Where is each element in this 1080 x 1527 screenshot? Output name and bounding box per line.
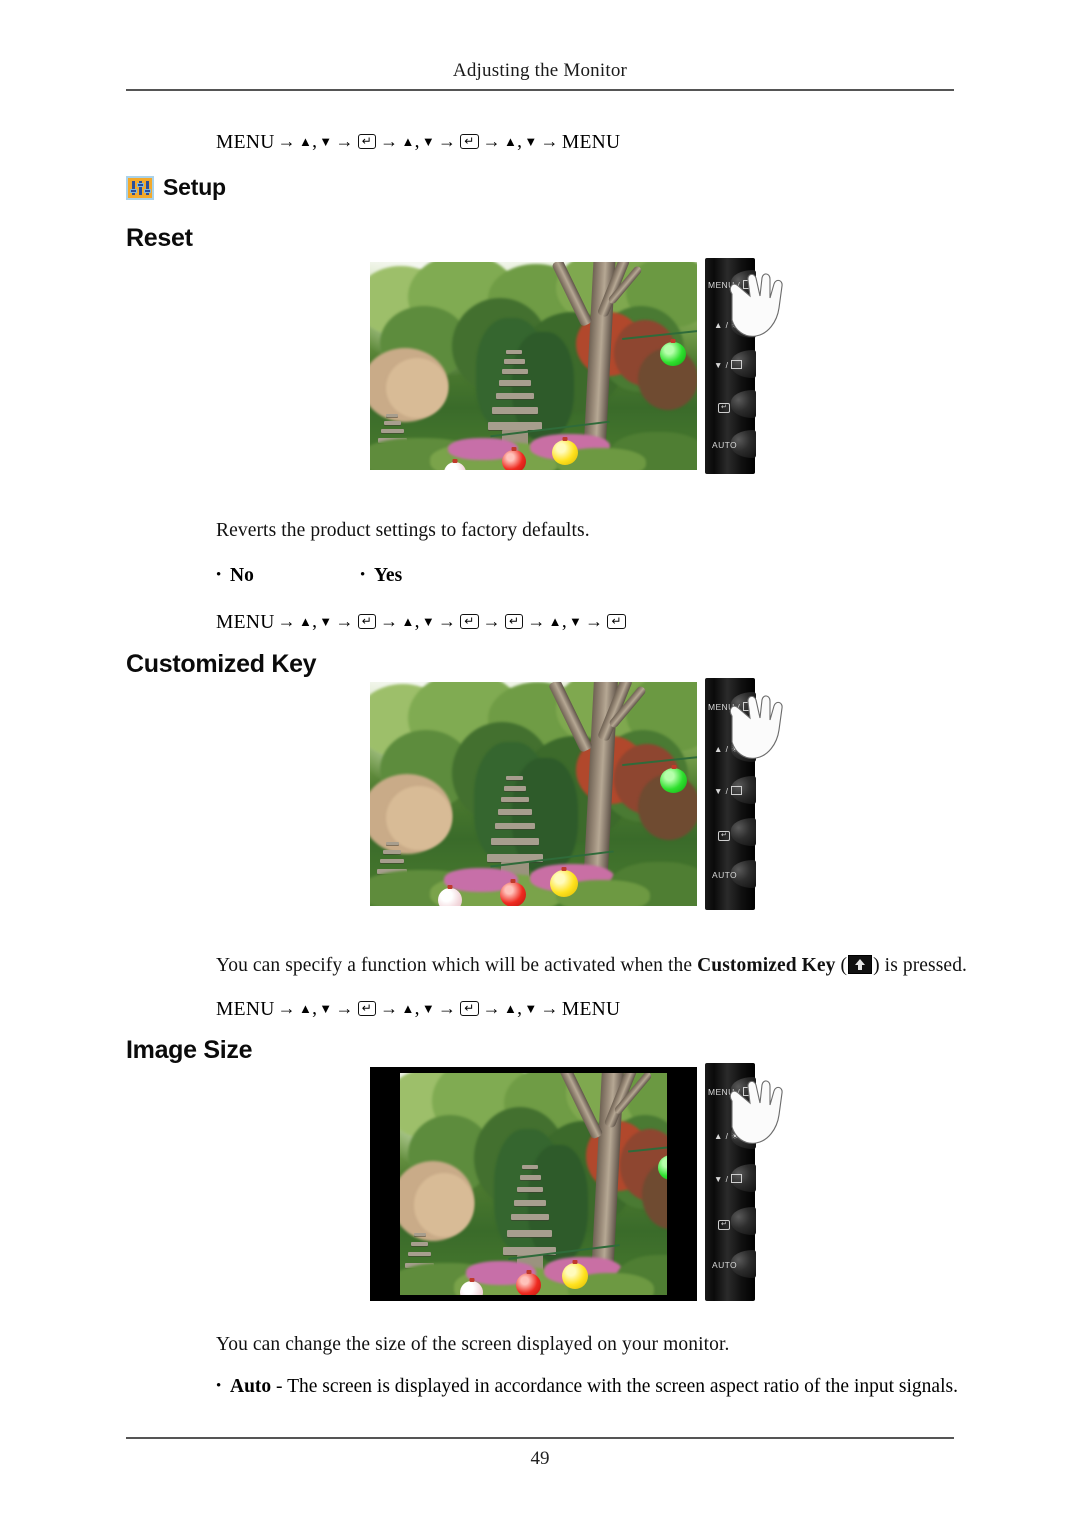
enter-key-icon: ↵ [357, 614, 377, 630]
heading-image-size: Image Size [126, 1036, 253, 1064]
monitor-screen-photo [370, 1067, 697, 1301]
ck-text-bold: Customized Key [697, 955, 836, 976]
enter-button[interactable] [731, 390, 756, 418]
ck-text-before: You can specify a function which will be… [216, 955, 698, 976]
menu-grid-icon [742, 702, 754, 711]
brightness-sun-icon: ☀ [731, 1131, 740, 1141]
lantern-green [660, 768, 687, 793]
ck-paren-close: ) is pressed. [873, 955, 968, 976]
reset-option-no: • No [216, 565, 254, 587]
lantern-white [438, 888, 462, 906]
footer-rule [126, 1437, 954, 1439]
lantern-yellow [562, 1263, 588, 1289]
nav-path-setup-reset-entry: MENU → ▲, ▼ → ↵ → ▲, ▼ → ↵ → ▲, ▼ → MENU [216, 131, 621, 153]
up-brightness-label: ▲ / ☀ [714, 744, 740, 754]
pillarbox-bar-left [370, 1067, 400, 1301]
monitor-screen-photo [370, 682, 697, 906]
mode-box-icon [731, 1174, 743, 1183]
up-brightness-label: ▲ / ☀ [714, 1131, 740, 1141]
setup-heading-label: Setup [163, 174, 226, 200]
image-size-bullet-text: - The screen is displayed in accordance … [271, 1376, 958, 1397]
menu-grid-icon [742, 1087, 754, 1096]
letterbox-bar-top [370, 1067, 697, 1073]
lantern-red [516, 1273, 541, 1297]
reset-option-no-label: No [230, 565, 254, 586]
reset-description: Reverts the product settings to factory … [216, 520, 590, 541]
monitor-button-panel: MENU / ▲ / ☀ ▼ / ↵ AUTO [705, 258, 756, 474]
header-rule [126, 89, 954, 91]
enter-key-icon: ↵ [460, 614, 479, 630]
lantern-yellow [552, 440, 578, 465]
nav-path-customized-key: MENU → ▲, ▼ → ↵ → ▲, ▼ → ↵ → ▲, ▼ → MENU [216, 998, 621, 1020]
garden-photo [400, 1067, 667, 1301]
auto-button-label: AUTO [712, 440, 738, 450]
enter-key-icon: ↵ [460, 1001, 479, 1017]
monitor-button-panel: MENU / ▲ / ☀ ▼ / ↵ AUTO [705, 678, 756, 910]
letterbox-bar-bottom [370, 1295, 697, 1301]
monitor-button-panel: MENU / ▲ / ☀ ▼ / ↵ AUTO [705, 1063, 756, 1301]
enter-icon: ↵ [718, 1220, 731, 1230]
lantern-red [502, 450, 526, 470]
enter-button[interactable] [731, 818, 756, 846]
auto-button-label: AUTO [712, 870, 738, 880]
customized-key-description: You can specify a function which will be… [216, 955, 967, 977]
lantern-red [500, 882, 526, 906]
document-page: Adjusting the Monitor MENU → ▲, ▼ → ↵ → ▲, ▼ → ↵ → ▲… [0, 0, 1080, 1527]
menu-button-label: MENU / [708, 1087, 754, 1097]
monitor-screen-photo [370, 262, 697, 470]
page-number: 49 [530, 1448, 550, 1469]
enter-icon: ↵ [718, 831, 731, 841]
enter-key-icon: ↵ [504, 614, 524, 630]
down-mode-label: ▼ / [714, 1174, 743, 1184]
mode-box-icon [731, 786, 743, 795]
up-brightness-label: ▲ / ☀ [714, 320, 740, 330]
setup-sliders-icon [126, 175, 154, 200]
brightness-sun-icon: ☀ [731, 320, 740, 330]
enter-key-icon: ↵ [460, 134, 479, 150]
bullet-icon: • [360, 567, 366, 583]
customized-key-monitor-figure: MENU / ▲ / ☀ ▼ / ↵ AUTO [370, 678, 783, 910]
enter-button-label: ↵ [718, 1217, 731, 1230]
ck-paren-open: ( [835, 955, 848, 976]
setup-heading: Setup [126, 174, 226, 201]
bullet-icon: • [216, 567, 222, 583]
reset-option-yes: • Yes [360, 565, 402, 587]
reset-option-yes-label: Yes [374, 565, 403, 586]
mode-box-icon [731, 360, 743, 369]
enter-button-label: ↵ [718, 828, 731, 841]
menu-grid-icon [742, 280, 754, 289]
enter-key-icon: ↵ [607, 614, 626, 630]
image-size-monitor-figure: MENU / ▲ / ☀ ▼ / ↵ AUTO [370, 1063, 783, 1305]
image-size-bullet-term: Auto [230, 1376, 272, 1397]
heading-reset: Reset [126, 224, 193, 252]
lantern-yellow [550, 870, 578, 897]
enter-icon: ↵ [718, 403, 731, 413]
reset-monitor-figure: MENU / ▲ / ☀ ▼ / ↵ AUTO [370, 258, 783, 474]
menu-button-label: MENU / [708, 702, 754, 712]
image-size-bullet-auto: • Auto - The screen is displayed in accor… [216, 1376, 958, 1398]
menu-button-label: MENU / [708, 280, 754, 290]
lantern-green [660, 342, 686, 366]
enter-key-icon: ↵ [357, 1001, 377, 1017]
enter-key-icon: ↵ [357, 134, 377, 150]
pillarbox-bar-right [667, 1067, 697, 1301]
brightness-sun-icon: ☀ [731, 744, 740, 754]
auto-button-label: AUTO [712, 1260, 738, 1270]
bullet-icon: • [216, 1378, 222, 1394]
garden-photo [370, 262, 697, 470]
enter-button-label: ↵ [718, 400, 731, 413]
nav-path-reset-confirm: MENU → ▲, ▼ → ↵ → ▲, ▼ → ↵ → ↵ → ▲, ▼ → ↵ [216, 611, 627, 634]
customized-key-icon [848, 955, 873, 975]
garden-photo [370, 682, 697, 906]
heading-customized-key: Customized Key [126, 650, 317, 678]
running-head: Adjusting the Monitor [452, 60, 628, 81]
down-mode-label: ▼ / [714, 360, 743, 370]
down-mode-label: ▼ / [714, 786, 743, 796]
image-size-description: You can change the size of the screen di… [216, 1334, 730, 1355]
enter-button[interactable] [731, 1207, 756, 1235]
